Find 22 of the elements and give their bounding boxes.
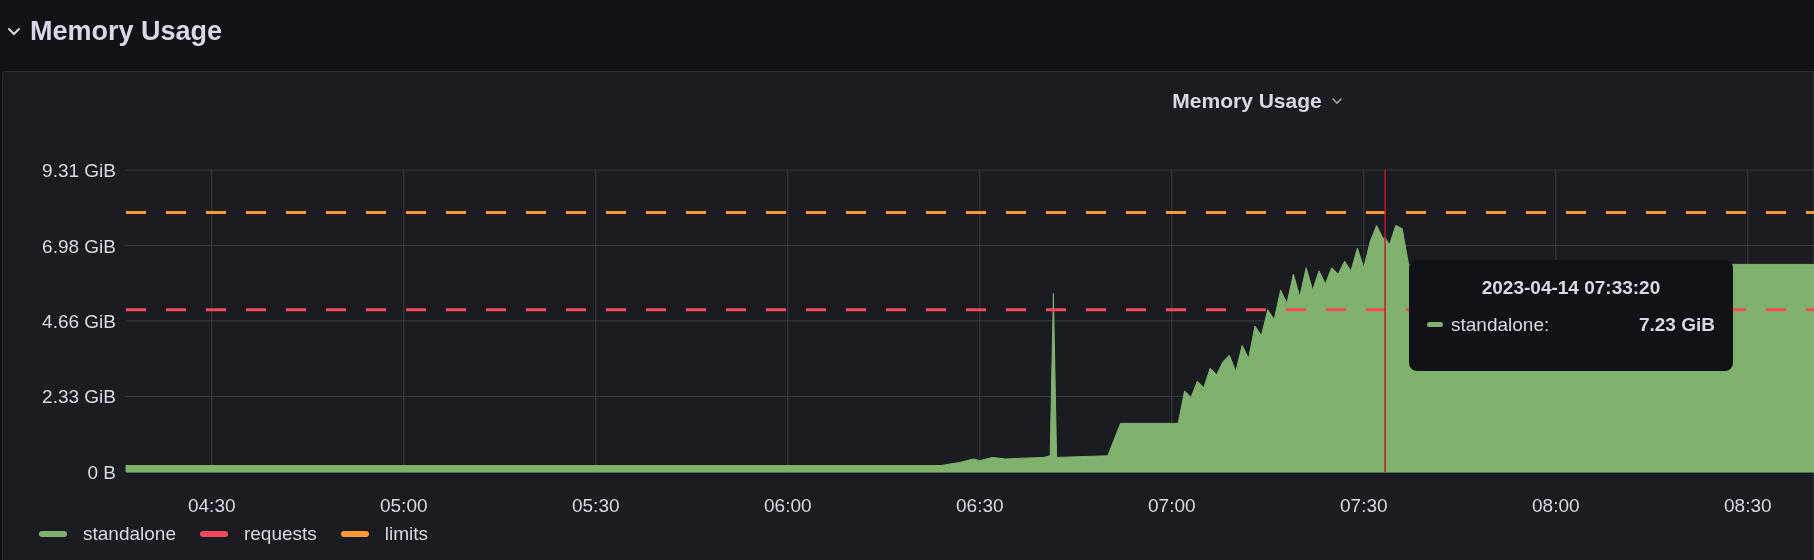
panel-title[interactable]: Memory Usage: [1172, 85, 1322, 117]
y-axis-label: 9.31 GiB: [42, 160, 116, 181]
tooltip-series: standalone:: [1451, 312, 1550, 337]
x-axis-label: 06:00: [764, 495, 812, 516]
x-axis-label: 07:30: [1340, 495, 1388, 516]
tooltip-value: 7.23 GiB: [1638, 312, 1715, 337]
legend-item[interactable]: standalone: [83, 520, 176, 549]
section-title: Memory Usage: [30, 14, 223, 48]
legend-item[interactable]: requests: [243, 520, 317, 549]
y-axis-label: 0 B: [87, 462, 116, 483]
legend-item[interactable]: limits: [384, 520, 429, 549]
x-axis-label: 05:30: [572, 495, 620, 516]
y-axis-label: 6.98 GiB: [42, 235, 116, 257]
x-axis-label: 06:30: [956, 495, 1004, 516]
x-axis-label: 08:00: [1532, 495, 1580, 516]
tooltip-time: 2023-04-14 07:33:20: [1480, 276, 1662, 300]
y-axis-label: 4.66 GiB: [42, 310, 116, 332]
x-axis-label: 08:30: [1724, 495, 1772, 516]
x-axis-label: 04:30: [188, 495, 236, 516]
y-axis-label: 2.33 GiB: [42, 386, 116, 408]
x-axis-label: 05:00: [380, 495, 428, 516]
x-axis-label: 07:00: [1148, 495, 1196, 516]
